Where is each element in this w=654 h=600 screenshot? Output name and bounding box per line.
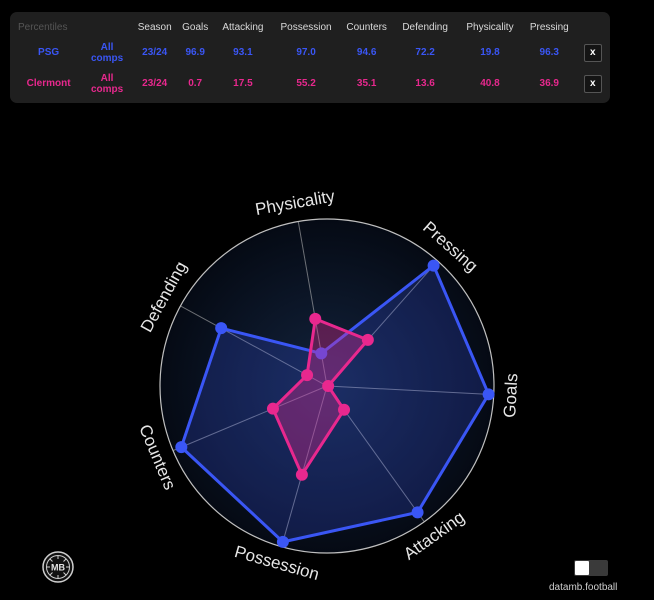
radar-point (301, 369, 314, 382)
radar-point (266, 402, 279, 415)
radar-point (482, 388, 495, 401)
theme-toggle[interactable] (574, 560, 608, 576)
radar-point (276, 535, 289, 548)
credit-label: datamb.football (549, 582, 618, 593)
radar-point (322, 380, 335, 393)
radar-point (309, 312, 322, 325)
radar-axis-label: Physicality (254, 186, 337, 219)
radar-point (215, 322, 228, 335)
radar-point (338, 403, 351, 416)
radar-point (427, 259, 440, 272)
toggle-knob[interactable] (575, 561, 589, 575)
radar-axis-label: Goals (500, 373, 521, 418)
radar-point (295, 468, 308, 481)
datamb-logo-icon: MB (42, 551, 74, 583)
radar-chart: PhysicalityPressingGoalsAttackingPossess… (135, 186, 521, 584)
radar-point (361, 333, 374, 346)
radar-point (411, 506, 424, 519)
logo-text: MB (51, 563, 65, 573)
radar-point (175, 441, 188, 454)
